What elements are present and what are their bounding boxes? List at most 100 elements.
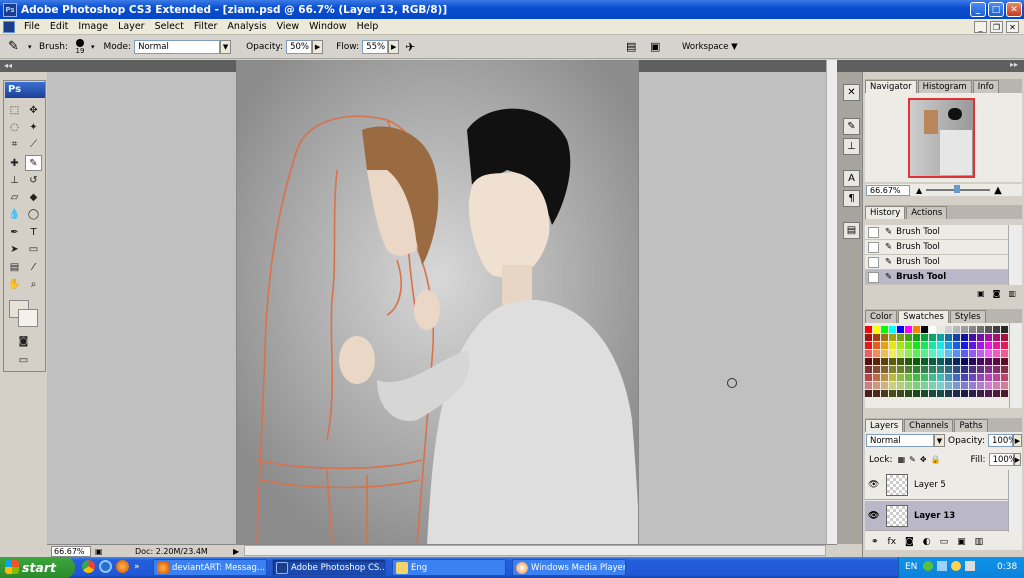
brush-tool-preset-icon[interactable]: ✎ <box>0 39 28 54</box>
color-swatch[interactable] <box>937 350 944 357</box>
color-swatch[interactable] <box>905 382 912 389</box>
color-swatch[interactable] <box>897 342 904 349</box>
color-swatch[interactable] <box>977 350 984 357</box>
color-swatch[interactable] <box>961 382 968 389</box>
taskbar-button-photoshop[interactable]: Adobe Photoshop CS... <box>272 559 386 576</box>
color-swatch[interactable] <box>969 342 976 349</box>
color-swatch[interactable] <box>977 390 984 397</box>
taskbar-button-media-player[interactable]: Windows Media Player <box>512 559 626 576</box>
color-swatch[interactable] <box>945 350 952 357</box>
color-swatch[interactable] <box>945 374 952 381</box>
background-color-swatch[interactable] <box>18 309 38 327</box>
color-swatch[interactable] <box>889 358 896 365</box>
clone-stamp-icon[interactable]: ⊥ <box>6 172 23 188</box>
menu-select[interactable]: Select <box>150 21 189 32</box>
menu-filter[interactable]: Filter <box>189 21 223 32</box>
color-swatch[interactable] <box>1001 366 1008 373</box>
color-swatch[interactable] <box>993 374 1000 381</box>
type-tool-icon[interactable]: T <box>25 224 42 240</box>
tray-app-icon[interactable] <box>923 561 933 571</box>
color-swatch[interactable] <box>961 334 968 341</box>
screen-mode-icon[interactable]: ▭ <box>15 352 32 368</box>
ie-quicklaunch-icon[interactable] <box>99 560 112 573</box>
color-swatch[interactable] <box>945 326 952 333</box>
layer-style-icon[interactable]: fx <box>888 537 897 547</box>
lock-position-icon[interactable]: ✥ <box>920 455 927 464</box>
color-swatch[interactable] <box>905 350 912 357</box>
color-swatch[interactable] <box>953 390 960 397</box>
color-swatch[interactable] <box>969 358 976 365</box>
zoom-slider[interactable] <box>926 185 991 193</box>
trash-icon[interactable]: ▥ <box>975 537 984 547</box>
notes-tool-icon[interactable]: ▤ <box>6 259 23 275</box>
healing-brush-icon[interactable]: ✚ <box>6 155 23 171</box>
color-swatch[interactable] <box>897 366 904 373</box>
color-swatch[interactable] <box>897 382 904 389</box>
color-swatch[interactable] <box>865 374 872 381</box>
color-swatch[interactable] <box>985 382 992 389</box>
color-swatch[interactable] <box>953 326 960 333</box>
color-swatch[interactable] <box>889 374 896 381</box>
menu-view[interactable]: View <box>272 21 305 32</box>
color-swatch[interactable] <box>913 374 920 381</box>
brush-tool-icon[interactable]: ✎ <box>25 155 42 171</box>
color-swatch[interactable] <box>977 374 984 381</box>
color-swatch[interactable] <box>881 326 888 333</box>
path-selection-icon[interactable]: ➤ <box>6 241 23 257</box>
tab-layers[interactable]: Layers <box>865 419 904 432</box>
color-swatch[interactable] <box>953 374 960 381</box>
tray-app-icon[interactable] <box>951 561 961 571</box>
color-swatch[interactable] <box>985 342 992 349</box>
color-swatch[interactable] <box>929 342 936 349</box>
color-swatch[interactable] <box>929 374 936 381</box>
opacity-input[interactable]: 50% <box>286 39 313 54</box>
fill-slider-button[interactable]: ▶ <box>1013 453 1021 466</box>
layer-comps-icon[interactable]: ▤ <box>843 222 860 239</box>
color-swatch[interactable] <box>985 390 992 397</box>
ps-logo[interactable]: Ps <box>5 82 45 98</box>
history-checkbox[interactable] <box>868 271 879 283</box>
group-icon[interactable]: ▭ <box>940 537 949 547</box>
document-canvas[interactable] <box>236 60 639 544</box>
color-swatch[interactable] <box>977 326 984 333</box>
slice-tool-icon[interactable]: ⟋ <box>25 136 42 152</box>
color-swatch[interactable] <box>937 374 944 381</box>
color-swatch[interactable] <box>921 342 928 349</box>
color-swatch[interactable] <box>873 350 880 357</box>
color-swatch[interactable] <box>945 334 952 341</box>
color-swatch[interactable] <box>881 350 888 357</box>
color-swatch[interactable] <box>913 382 920 389</box>
color-swatch[interactable] <box>993 382 1000 389</box>
color-swatch[interactable] <box>985 350 992 357</box>
color-swatch[interactable] <box>1001 334 1008 341</box>
status-zoom-field[interactable]: 66.67% <box>51 545 91 557</box>
zoom-in-icon[interactable]: ▲ <box>994 185 1002 196</box>
character-panel-icon[interactable]: A <box>843 170 860 187</box>
color-swatch[interactable] <box>985 334 992 341</box>
color-swatch[interactable] <box>1001 374 1008 381</box>
history-item[interactable]: ✎ Brush Tool <box>865 240 1008 255</box>
layer-blend-mode-select[interactable]: Normal <box>866 434 934 447</box>
brush-picker[interactable]: 19 <box>71 38 89 55</box>
color-swatch[interactable] <box>969 350 976 357</box>
snapshot-icon[interactable]: ◙ <box>993 289 1001 298</box>
color-swatch[interactable] <box>969 390 976 397</box>
new-document-icon[interactable]: ▣ <box>977 289 985 298</box>
layer-mask-icon[interactable]: ◙ <box>905 537 914 547</box>
color-swatch[interactable] <box>977 342 984 349</box>
color-swatch[interactable] <box>921 350 928 357</box>
pen-tool-icon[interactable]: ✒ <box>6 224 23 240</box>
clone-source-icon[interactable]: ⊥ <box>843 138 860 155</box>
color-swatch[interactable] <box>937 326 944 333</box>
document-icon[interactable] <box>3 20 15 33</box>
history-scrollbar[interactable] <box>1008 225 1022 285</box>
color-swatch[interactable] <box>993 358 1000 365</box>
color-swatch[interactable] <box>905 390 912 397</box>
menu-help[interactable]: Help <box>352 21 384 32</box>
color-swatch[interactable] <box>929 350 936 357</box>
color-swatch[interactable] <box>953 342 960 349</box>
color-swatch[interactable] <box>993 366 1000 373</box>
tab-navigator[interactable]: Navigator <box>865 80 917 93</box>
color-swatch[interactable] <box>905 326 912 333</box>
color-swatch[interactable] <box>881 390 888 397</box>
